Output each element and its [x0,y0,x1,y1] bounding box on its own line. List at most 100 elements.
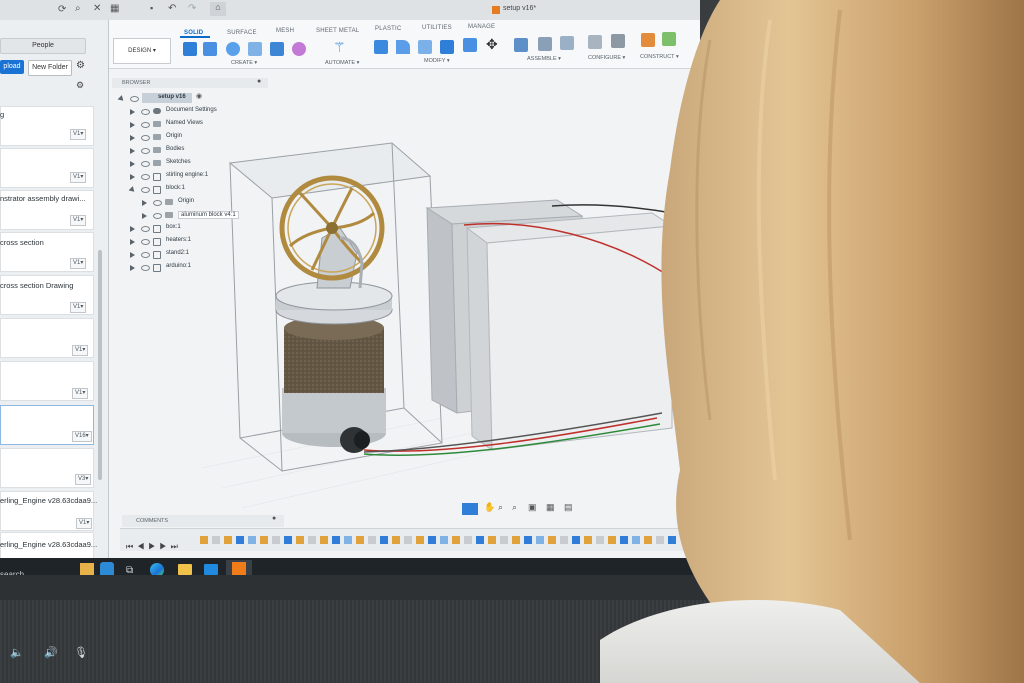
expand-icon[interactable] [130,109,135,115]
extrude-icon[interactable] [203,42,217,56]
expand-icon[interactable] [130,161,135,167]
timeline-feature-icon[interactable] [548,536,556,544]
chamfer-icon[interactable] [418,40,432,54]
timeline-feature-icon[interactable] [248,536,256,544]
timeline-feature-icon[interactable] [212,536,220,544]
viewport-icon[interactable]: ▤ [564,502,573,513]
browser-node[interactable]: aluminum block v4:1 [178,211,239,219]
zoom-icon[interactable]: ⌕ [498,502,503,513]
expand-icon[interactable] [130,265,135,271]
mic-mute-icon[interactable]: 🎙 [74,646,88,659]
tab-plastic[interactable]: PLASTIC [375,26,401,32]
group-create[interactable]: CREATE ▾ [231,60,257,66]
press-pull-icon[interactable] [374,40,388,54]
eye-icon[interactable] [141,239,150,245]
timeline-feature-icon[interactable] [476,536,484,544]
combine-icon[interactable] [463,38,477,52]
eye-icon[interactable] [141,148,150,154]
eye-icon[interactable] [141,265,150,271]
as-built-joint-icon[interactable] [560,36,574,50]
eye-icon[interactable] [153,213,162,219]
version-badge[interactable]: V1▾ [70,172,87,183]
version-badge[interactable]: V1▾ [76,518,93,529]
timeline-feature-icon[interactable] [440,536,448,544]
timeline-feature-icon[interactable] [512,536,520,544]
expand-icon[interactable] [130,174,135,180]
expand-icon[interactable] [130,135,135,141]
timeline-feature-icon[interactable] [416,536,424,544]
version-badge[interactable]: V1▾ [72,388,89,399]
timeline-feature-icon[interactable] [452,536,460,544]
sweep-icon[interactable] [248,42,262,56]
explorer-icon[interactable] [178,564,192,575]
scrollbar[interactable] [98,250,102,480]
fit-icon[interactable]: ⌕ [512,502,517,513]
form-icon[interactable] [292,42,306,56]
timeline-feature-icon[interactable] [296,536,304,544]
timeline-feature-icon[interactable] [428,536,436,544]
expand-icon[interactable] [130,239,135,245]
speaker-icon[interactable]: 🔈 [10,646,24,659]
timeline-feature-icon[interactable] [536,536,544,544]
eye-icon[interactable] [141,174,150,180]
revolve-icon[interactable] [226,42,240,56]
timeline-feature-icon[interactable] [464,536,472,544]
volume-up-icon[interactable]: 🔊 [44,646,58,659]
timeline-feature-icon[interactable] [560,536,568,544]
timeline-feature-icon[interactable] [344,536,352,544]
people-tab[interactable]: People [0,38,86,54]
fillet-icon[interactable] [396,40,410,54]
joint-icon[interactable] [538,37,552,51]
timeline-feature-icon[interactable] [368,536,376,544]
version-badge[interactable]: V1▾ [70,129,87,140]
save-icon[interactable]: ▪ [150,3,153,13]
expand-icon[interactable] [142,213,147,219]
pan-icon[interactable]: ✋ [484,502,495,513]
design-workspace-button[interactable]: DESIGN ▾ [113,38,171,64]
move-icon[interactable]: ✥ [486,37,500,51]
browser-node[interactable]: Sketches [166,159,191,165]
automate-icon[interactable]: ⚚ [333,40,347,54]
browser-node[interactable]: arduino:1 [166,263,191,269]
timeline-feature-icon[interactable] [380,536,388,544]
timeline-feature-icon[interactable] [356,536,364,544]
list-item[interactable] [0,106,94,146]
eye-icon[interactable] [141,252,150,258]
grid-settings-icon[interactable]: ▦ [546,502,555,513]
undo-icon[interactable]: ↶ [168,3,176,14]
expand-icon[interactable] [130,252,135,258]
tab-surface[interactable]: SURFACE [227,30,257,36]
tab-utilities[interactable]: UTILITIES [422,25,452,31]
new-folder-button[interactable]: New Folder [28,60,72,76]
search-icon[interactable]: ⌕ [75,3,81,14]
home-icon[interactable]: ⌂ [210,2,226,16]
browser-node[interactable]: Named Views [166,120,203,126]
display-icon[interactable]: ▣ [528,502,537,513]
eye-icon[interactable] [141,187,150,193]
version-badge[interactable]: V1▾ [70,215,87,226]
timeline-feature-icon[interactable] [320,536,328,544]
refresh-icon[interactable]: ⟳ [58,4,66,15]
eye-icon[interactable] [141,109,150,115]
tab-mesh[interactable]: MESH [276,28,294,34]
browser-node[interactable]: block:1 [166,185,185,191]
timeline-feature-icon[interactable] [488,536,496,544]
orbit-icon[interactable] [462,503,478,515]
version-badge[interactable]: V3▾ [75,474,92,485]
timeline-feature-icon[interactable] [224,536,232,544]
comments-panel[interactable]: COMMENTS [122,515,284,527]
expand-icon[interactable] [130,122,135,128]
timeline-feature-icon[interactable] [260,536,268,544]
close-icon[interactable]: ● [257,78,261,85]
expand-icon[interactable] [130,226,135,232]
fusion-icon[interactable] [232,562,246,576]
browser-node[interactable]: stirling engine:1 [166,172,208,178]
group-automate[interactable]: AUTOMATE ▾ [325,60,359,66]
timeline-feature-icon[interactable] [200,536,208,544]
redo-icon[interactable]: ↷ [188,3,196,14]
tab-manage[interactable]: MANAGE [468,24,495,30]
close-icon[interactable]: ✕ [93,3,101,14]
create-sketch-icon[interactable] [183,42,197,56]
browser-node[interactable]: Origin [178,198,194,204]
timeline-feature-icon[interactable] [524,536,532,544]
